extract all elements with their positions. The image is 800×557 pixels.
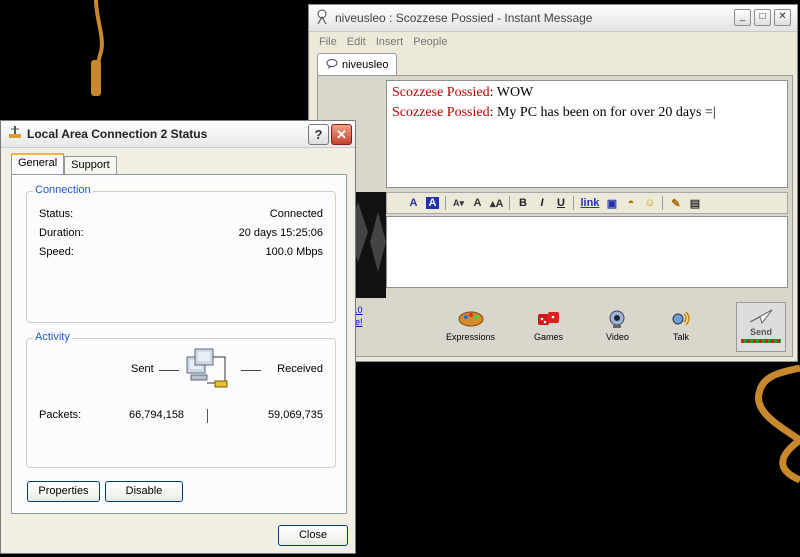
dice-icon <box>534 310 563 330</box>
sender-name: Scozzese Possied <box>392 85 490 100</box>
im-panel: Scozzese Possied: WOW Scozzese Possied: … <box>317 75 793 357</box>
talk-icon <box>670 310 692 330</box>
formatting-toolbar: A A A▾ A ▴A B I U link ▣ ◓ ☺ ✎ ▤ <box>386 192 788 214</box>
status-value: Connected <box>269 208 323 220</box>
network-activity-icon <box>185 347 241 402</box>
sent-label: Sent <box>131 363 154 375</box>
text-color-icon[interactable]: A <box>407 197 420 209</box>
font-size-icon[interactable]: A <box>471 197 484 209</box>
duration-label: Duration: <box>39 227 84 239</box>
yahoo-messenger-icon <box>315 9 329 28</box>
send-icon <box>737 307 785 327</box>
minimize-button[interactable]: _ <box>734 9 751 26</box>
menu-file[interactable]: File <box>319 36 337 48</box>
font-face-icon[interactable]: A▾ <box>452 198 465 209</box>
status-label: Status: <box>39 208 74 220</box>
send-label: Send <box>749 327 772 337</box>
toolbar-separator <box>509 196 511 210</box>
talk-button[interactable]: Talk <box>670 310 692 342</box>
palette-icon <box>446 310 495 330</box>
message-text: WOW <box>496 85 534 100</box>
audible-icon[interactable]: ◓ <box>624 197 637 209</box>
message-history[interactable]: Scozzese Possied: WOW Scozzese Possied: … <box>386 80 788 188</box>
talk-label: Talk <box>672 332 689 342</box>
games-label: Games <box>534 332 564 342</box>
imvironment-icon[interactable]: ▤ <box>688 197 701 210</box>
message-line: Scozzese Possied: WOW <box>392 85 534 100</box>
tab-support[interactable]: Support <box>64 156 117 176</box>
im-titlebar[interactable]: niveusleo : Scozzese Possied - Instant M… <box>309 5 797 32</box>
connection-legend: Connection <box>33 184 93 196</box>
packets-divider <box>207 409 208 423</box>
packets-sent-value: 66,794,158 <box>129 409 185 421</box>
received-label: Received <box>277 363 323 375</box>
toolbar-separator <box>573 196 575 210</box>
sent-line <box>159 370 179 371</box>
speed-label: Speed: <box>39 246 74 258</box>
send-button[interactable]: Send <box>736 302 786 352</box>
underline-icon[interactable]: U <box>554 197 567 209</box>
highlight-icon[interactable]: A <box>426 197 439 209</box>
webcam-icon <box>606 310 629 330</box>
bold-icon[interactable]: B <box>516 197 529 209</box>
video-button[interactable]: Video <box>606 310 629 342</box>
duration-value: 20 days 15:25:06 <box>238 227 323 239</box>
expressions-label: Expressions <box>446 332 496 342</box>
connection-group: Connection Status: Connected Duration: 2… <box>26 184 336 323</box>
doodle-icon[interactable]: ✎ <box>669 197 682 210</box>
tab-label: niveusleo <box>342 59 389 71</box>
disable-button[interactable]: Disable <box>105 481 183 502</box>
menu-edit[interactable]: Edit <box>347 36 366 48</box>
tab-conversation[interactable]: niveusleo <box>317 53 398 76</box>
message-compose-input[interactable] <box>386 216 788 288</box>
menu-people[interactable]: People <box>413 36 447 48</box>
speech-bubble-icon <box>326 58 338 72</box>
smiley-icon[interactable]: ☺ <box>643 197 656 209</box>
im-window-title: niveusleo : Scozzese Possied - Instant M… <box>335 11 593 25</box>
close-button[interactable]: Close <box>278 525 348 546</box>
toolbar-separator <box>445 196 446 210</box>
speed-value: 100.0 Mbps <box>265 246 323 258</box>
im-menubar: File Edit Insert People <box>309 32 797 52</box>
dialog-title: Local Area Connection 2 Status <box>27 127 208 141</box>
im-tabrow: niveusleo <box>317 53 398 76</box>
packets-received-value: 59,069,735 <box>267 409 323 421</box>
help-button[interactable]: ? <box>308 124 329 145</box>
message-text: My PC has been on for over 20 days =| <box>496 105 716 120</box>
menu-insert[interactable]: Insert <box>376 36 404 48</box>
activity-group: Activity Sent Received Packets: 66,794,1… <box>26 331 336 468</box>
image-icon[interactable]: ▣ <box>605 197 618 210</box>
dialog-titlebar[interactable]: Local Area Connection 2 Status <box>1 121 355 148</box>
connection-status-dialog: Local Area Connection 2 Status ? ✕ Gener… <box>0 120 356 554</box>
message-line: Scozzese Possied: My PC has been on for … <box>392 105 716 120</box>
dialog-close-x-button[interactable]: ✕ <box>331 124 352 145</box>
send-progress-bar <box>741 339 781 343</box>
properties-button[interactable]: Properties <box>27 481 100 502</box>
games-button[interactable]: Games <box>534 310 563 342</box>
general-tab-panel: Connection Status: Connected Duration: 2… <box>11 174 347 514</box>
link-icon[interactable]: link <box>580 197 599 209</box>
instant-message-window: niveusleo : Scozzese Possied - Instant M… <box>308 4 798 362</box>
maximize-button[interactable]: □ <box>754 9 771 26</box>
toolbar-separator <box>662 196 664 210</box>
network-icon <box>7 125 23 143</box>
expressions-button[interactable]: Expressions <box>446 310 495 342</box>
sender-name: Scozzese Possied <box>392 105 490 120</box>
feature-bar: Expressions Games Video Talk Send <box>386 296 788 354</box>
font-grow-icon[interactable]: ▴A <box>490 197 503 210</box>
packets-label: Packets: <box>39 409 82 421</box>
received-line <box>241 370 261 371</box>
video-label: Video <box>606 332 629 342</box>
im-close-button[interactable]: ✕ <box>774 9 791 26</box>
activity-legend: Activity <box>33 331 72 343</box>
italic-icon[interactable]: I <box>535 197 548 209</box>
